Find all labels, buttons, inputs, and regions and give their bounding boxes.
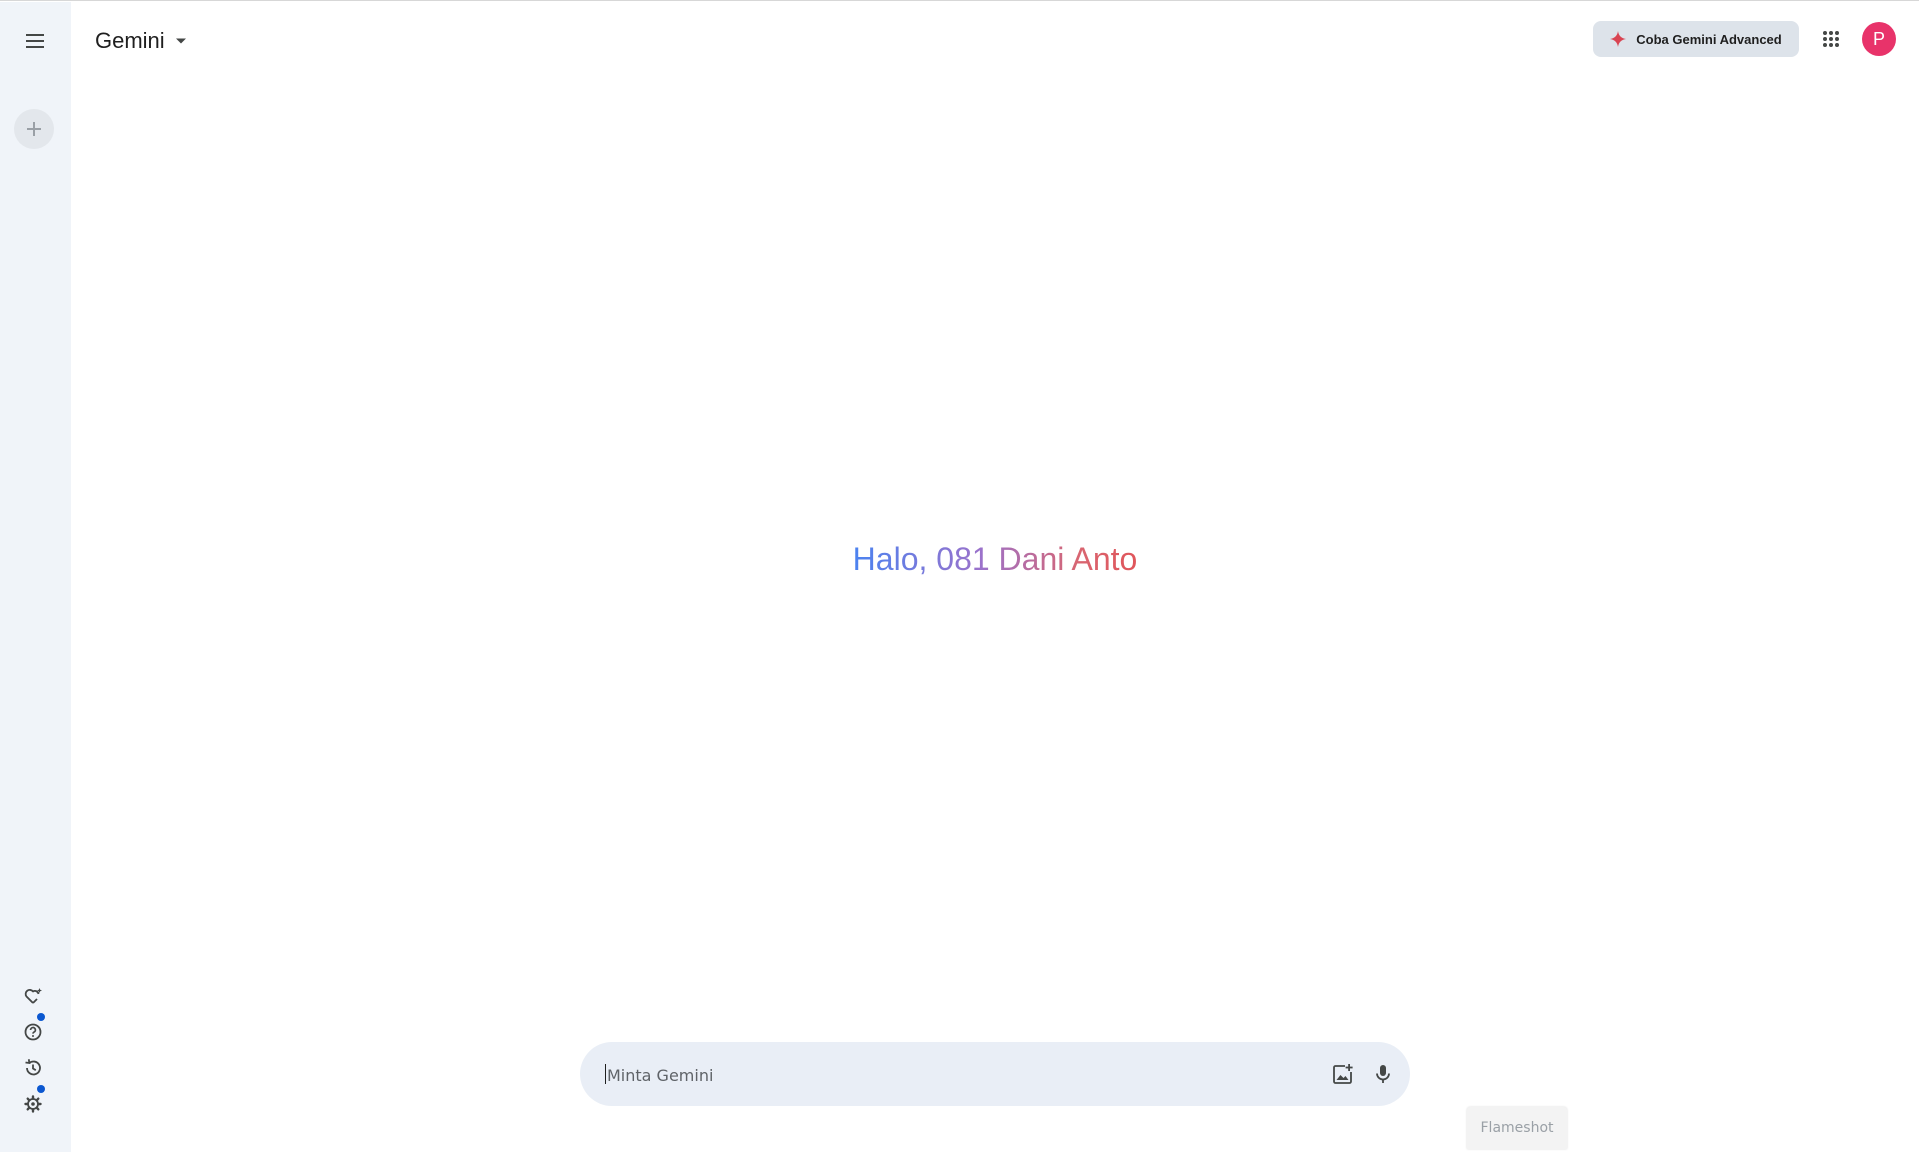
flameshot-tooltip: Flameshot bbox=[1467, 1107, 1567, 1149]
add-image-icon bbox=[1333, 1064, 1353, 1084]
google-apps-button[interactable] bbox=[1815, 23, 1847, 55]
microphone-button[interactable] bbox=[1367, 1058, 1399, 1090]
activity-icon bbox=[25, 1059, 41, 1076]
settings-button[interactable] bbox=[19, 1090, 47, 1118]
microphone-icon bbox=[1376, 1065, 1390, 1083]
menu-icon bbox=[26, 34, 44, 48]
caret-down-icon bbox=[175, 38, 186, 44]
try-advanced-label: Coba Gemini Advanced bbox=[1636, 31, 1782, 47]
model-switcher[interactable]: Gemini bbox=[95, 25, 187, 57]
greeting-text: Halo, 081 Dani Anto bbox=[852, 541, 1138, 577]
gem-manager-icon bbox=[24, 988, 42, 1004]
help-icon bbox=[24, 1023, 42, 1041]
greeting-heading: Halo, 081 Dani Anto bbox=[71, 537, 1919, 581]
try-advanced-button[interactable]: Coba Gemini Advanced bbox=[1593, 21, 1799, 57]
sidebar-rail bbox=[0, 2, 71, 1152]
activity-button[interactable] bbox=[19, 1054, 47, 1082]
text-cursor bbox=[605, 1064, 606, 1084]
account-avatar[interactable]: P bbox=[1862, 22, 1896, 56]
gem-manager-button[interactable] bbox=[19, 982, 47, 1010]
plus-icon bbox=[27, 122, 41, 136]
gemini-app: Gemini Coba Gemini Advanced P Halo, 081 … bbox=[0, 0, 1919, 1153]
main-menu-button[interactable] bbox=[15, 24, 55, 58]
prompt-input[interactable] bbox=[605, 1042, 1289, 1108]
prompt-bar bbox=[580, 1042, 1410, 1108]
new-chat-button[interactable] bbox=[14, 109, 54, 149]
settings-icon bbox=[24, 1095, 42, 1113]
upload-image-button[interactable] bbox=[1327, 1058, 1359, 1090]
flameshot-label: Flameshot bbox=[1480, 1120, 1554, 1136]
apps-grid-icon bbox=[1823, 31, 1839, 47]
avatar-initial: P bbox=[1872, 28, 1885, 49]
sparkle-icon bbox=[1610, 31, 1627, 47]
app-title: Gemini bbox=[95, 28, 165, 53]
help-button[interactable] bbox=[19, 1018, 47, 1046]
